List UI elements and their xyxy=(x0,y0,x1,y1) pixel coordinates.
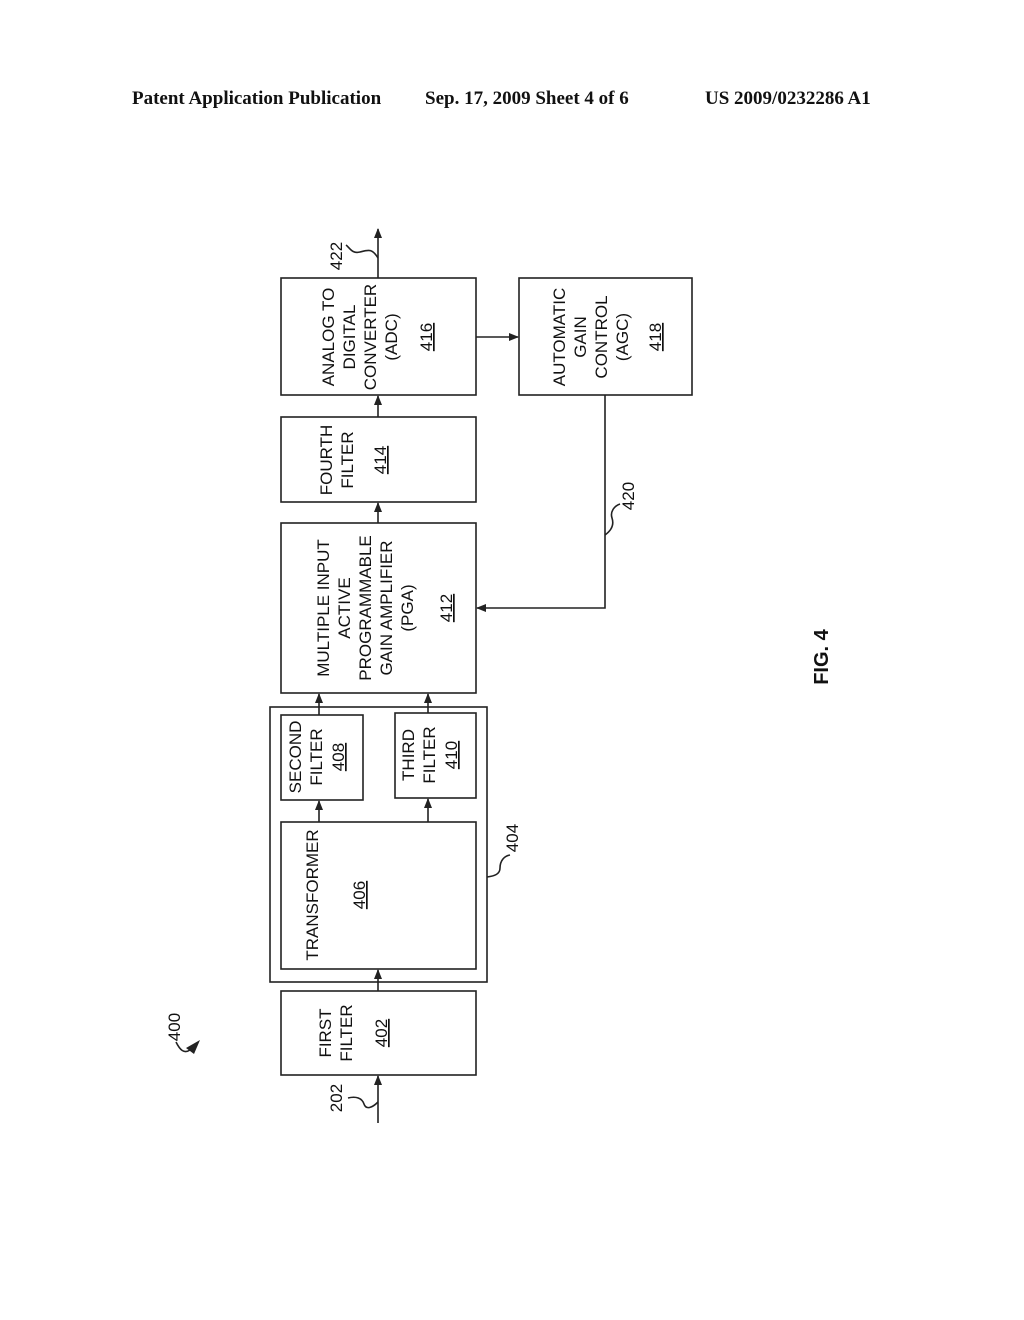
third-filter-line-1: THIRD xyxy=(399,729,418,781)
pga-label: MULTIPLE INPUT ACTIVE PROGRAMMABLE GAIN … xyxy=(314,535,456,680)
callout-422-leader xyxy=(345,244,379,259)
fourth-filter-line-1: FOURTH xyxy=(317,425,336,496)
callout-420: 420 xyxy=(619,482,638,510)
callout-404: 404 xyxy=(503,824,522,852)
figure-label: FIG. 4 xyxy=(811,628,833,684)
fourth-filter-ref: 414 xyxy=(371,446,390,474)
third-filter-ref: 410 xyxy=(442,741,461,769)
third-filter-line-2: FILTER xyxy=(420,726,439,783)
adc-line-2: DIGITAL xyxy=(340,305,359,370)
callout-400: 400 xyxy=(165,1013,184,1041)
adc-line-4: (ADC) xyxy=(382,313,401,360)
fourth-filter-line-2: FILTER xyxy=(338,431,357,488)
first-filter-line-1: FIRST xyxy=(316,1008,335,1057)
agc-ref: 418 xyxy=(646,323,665,351)
callout-202-leader xyxy=(347,1096,379,1109)
second-filter-line-2: FILTER xyxy=(307,728,326,785)
pga-line-1: MULTIPLE INPUT xyxy=(314,539,333,677)
block-diagram: ANALOG TO DIGITAL CONVERTER (ADC) 416 AU… xyxy=(165,228,833,1123)
adc-line-1: ANALOG TO xyxy=(319,288,338,387)
agc-line-4: (AGC) xyxy=(613,313,632,361)
second-filter-line-1: SECOND xyxy=(286,721,305,794)
pga-ref: 412 xyxy=(437,594,456,622)
transformer-label: TRANSFORMER 406 xyxy=(303,829,369,960)
second-filter-ref: 408 xyxy=(329,743,348,771)
pga-line-2: ACTIVE xyxy=(335,577,354,638)
first-filter-line-2: FILTER xyxy=(337,1004,356,1061)
first-filter-label: FIRST FILTER 402 xyxy=(316,1004,391,1061)
first-filter-ref: 402 xyxy=(372,1019,391,1047)
agc-label: AUTOMATIC GAIN CONTROL (AGC) 418 xyxy=(550,288,665,387)
agc-feedback-line xyxy=(476,395,606,612)
adc-ref: 416 xyxy=(417,323,436,351)
agc-line-1: AUTOMATIC xyxy=(550,288,569,387)
callout-404-leader xyxy=(486,854,511,878)
second-filter-label: SECOND FILTER 408 xyxy=(286,721,348,794)
pga-line-4: GAIN AMPLIFIER xyxy=(377,540,396,675)
adc-label: ANALOG TO DIGITAL CONVERTER (ADC) 416 xyxy=(319,284,436,390)
transformer-line-1: TRANSFORMER xyxy=(303,829,322,960)
agc-line-2: GAIN xyxy=(571,316,590,358)
callout-202: 202 xyxy=(327,1084,346,1112)
transformer-ref: 406 xyxy=(350,881,369,909)
pga-line-3: PROGRAMMABLE xyxy=(356,535,375,680)
callout-420-leader xyxy=(604,503,621,536)
callout-422: 422 xyxy=(327,242,346,270)
third-filter-label: THIRD FILTER 410 xyxy=(399,726,461,783)
pga-line-5: (PGA) xyxy=(398,584,417,631)
agc-line-3: CONTROL xyxy=(592,295,611,378)
adc-line-3: CONVERTER xyxy=(361,284,380,390)
callout-400-arrowhead xyxy=(186,1040,200,1054)
fourth-filter-label: FOURTH FILTER 414 xyxy=(317,425,390,496)
callout-400-leader xyxy=(175,1041,191,1053)
